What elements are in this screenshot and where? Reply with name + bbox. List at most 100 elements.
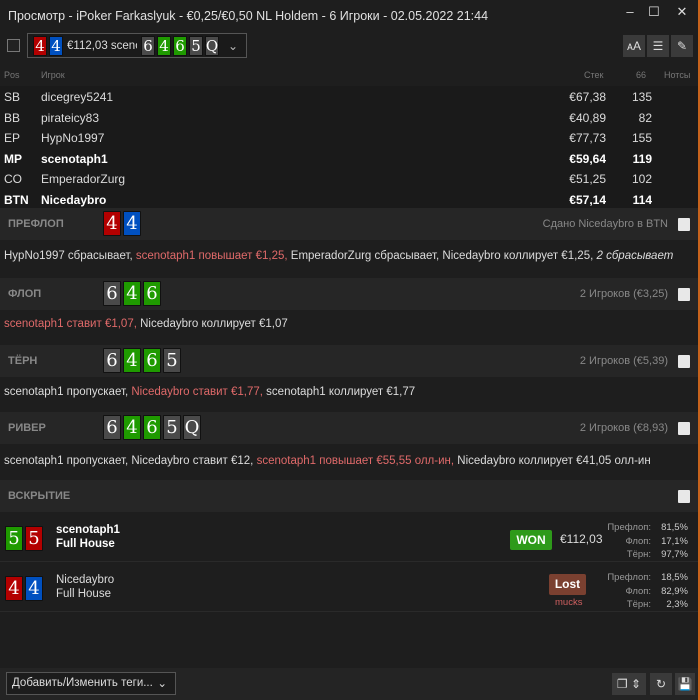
card: 6 xyxy=(143,415,161,440)
equity-table: Префлоп: 81,5% Флоп: 17,1% Тёрн: 97,7% xyxy=(597,520,690,563)
equity-value: 2,3% xyxy=(666,599,688,610)
street-actions: scenotaph1 пропускает, Nicedaybro ставит… xyxy=(4,455,651,467)
big-blinds: 119 xyxy=(632,151,652,166)
action-text: scenotaph1 повышает €1,25, xyxy=(135,250,288,262)
minimize-button[interactable]: ‒ xyxy=(618,4,642,24)
col-pos: Pos xyxy=(4,70,20,80)
card: 6 xyxy=(143,348,161,373)
card: 6 xyxy=(103,415,121,440)
list-icon[interactable]: ☰ xyxy=(647,35,669,57)
position: EP xyxy=(4,131,21,145)
font-size-icon[interactable]: ᴀA xyxy=(623,35,645,57)
player-name: pirateicy83 xyxy=(41,110,100,125)
tags-dropdown[interactable]: Добавить/Изменить теги... ⌄ xyxy=(6,672,176,695)
card: 5 xyxy=(5,526,23,551)
street-name: РИВЕР xyxy=(8,422,46,434)
table-row[interactable]: SB dicegrey5241 €67,38 135 xyxy=(0,86,698,107)
stack: €51,25 xyxy=(569,172,606,186)
action-text: EmperadorZurg сбрасывает, Nicedaybro кол… xyxy=(287,250,597,262)
action-text: scenotaph1 повышает €55,55 олл-ин, xyxy=(256,455,455,467)
street-header: ТЁРН 6465 2 Игроков (€5,39) xyxy=(0,345,698,377)
table-row[interactable]: BTN Nicedaybro €57,14 114 xyxy=(0,189,698,210)
street-info: 2 Игроков (€3,25) xyxy=(579,288,668,300)
big-blinds: 114 xyxy=(632,192,652,207)
player-name: EmperadorZurg xyxy=(41,172,126,186)
equity-street: Тёрн: xyxy=(626,549,652,560)
street-actions: HypNo1997 сбрасывает, scenotaph1 повышае… xyxy=(4,250,673,262)
mucks-label: mucks xyxy=(555,597,583,608)
player-name: Nicedaybro xyxy=(41,192,107,207)
street-actions: scenotaph1 пропускает, Nicedaybro ставит… xyxy=(4,386,415,398)
player-name: dicegrey5241 xyxy=(41,90,114,104)
card: 4 xyxy=(5,576,23,601)
note-icon[interactable] xyxy=(678,422,690,435)
action-text: Nicedaybro коллирует €1,07 xyxy=(136,318,288,330)
table-row[interactable]: CO EmperadorZurg €51,25 102 xyxy=(0,168,698,189)
action-text: scenotaph1 пропускает, Nicedaybro ставит… xyxy=(4,455,257,467)
hand-rank: Full House xyxy=(56,588,111,600)
card: 6 xyxy=(141,35,155,56)
col-player: Игрок xyxy=(41,70,65,80)
position: SB xyxy=(4,90,21,104)
action-text: HypNo1997 сбрасывает, xyxy=(4,250,136,262)
lost-badge: Lost xyxy=(549,574,586,595)
street-info: Сдано Nicedaybro в BTN xyxy=(542,218,668,230)
equity-value: 17,1% xyxy=(661,535,688,547)
big-blinds: 155 xyxy=(631,131,652,145)
equity-street: Префлоп: xyxy=(607,522,652,533)
maximize-button[interactable]: ☐ xyxy=(642,4,666,24)
card: 6 xyxy=(143,281,161,306)
hand-selector-dropdown[interactable]: 44 €112,03 scenota 6465Q ⌄ xyxy=(27,33,247,58)
player-name: HypNo1997 xyxy=(41,131,105,145)
showdown-player: 44 Nicedaybro Full House Lost mucks Префл… xyxy=(0,564,698,612)
table-row[interactable]: MP scenotaph1 €59,64 119 xyxy=(0,148,698,169)
card: 4 xyxy=(25,576,43,601)
card: Q xyxy=(183,415,201,440)
note-icon[interactable] xyxy=(678,218,690,231)
position: BB xyxy=(4,110,21,125)
hand-rank: Full House xyxy=(56,538,115,550)
table-row[interactable]: BB pirateicy83 €40,89 82 xyxy=(0,107,698,128)
stack: €40,89 xyxy=(569,110,606,125)
big-blinds: 82 xyxy=(638,110,652,125)
close-button[interactable]: ✕ xyxy=(670,4,694,24)
action-text: Nicedaybro коллирует €41,05 олл-ин xyxy=(454,455,651,467)
card: 5 xyxy=(163,348,181,373)
note-icon[interactable] xyxy=(678,288,690,301)
card: 4 xyxy=(123,348,141,373)
equity-value: 81,5% xyxy=(661,522,688,533)
street-header: ФЛОП 646 2 Игроков (€3,25) xyxy=(0,278,698,310)
equity-street: Флоп: xyxy=(625,585,652,597)
card: 5 xyxy=(189,35,203,56)
refresh-icon[interactable]: ↻ xyxy=(650,673,672,695)
card: 6 xyxy=(103,281,121,306)
table-row[interactable]: EP HypNo1997 €77,73 155 xyxy=(0,127,698,148)
pencil-icon[interactable]: ✎ xyxy=(671,35,693,57)
players-table: SB dicegrey5241 €67,38 135 BB pirateicy8… xyxy=(0,86,698,209)
stack: €67,38 xyxy=(569,90,606,104)
card: 4 xyxy=(123,211,141,236)
copy-icon[interactable]: ❐ ⇕ xyxy=(612,673,646,695)
card: 5 xyxy=(25,526,43,551)
save-icon[interactable]: 💾 xyxy=(675,673,695,695)
hand-summary: €112,03 scenota xyxy=(67,39,137,52)
equity-value: 18,5% xyxy=(661,572,688,583)
footer: Добавить/Изменить теги... ⌄ ❐ ⇕ ↻ 💾 xyxy=(0,668,698,700)
chevron-down-icon: ⌄ xyxy=(157,678,167,690)
chevron-down-icon: ⌄ xyxy=(227,38,238,53)
street-info: 2 Игроков (€5,39) xyxy=(579,355,668,367)
select-checkbox[interactable] xyxy=(7,39,20,52)
card: 4 xyxy=(123,281,141,306)
street-info: 2 Игроков (€8,93) xyxy=(579,422,668,434)
board-cards: 6465Q xyxy=(141,35,219,56)
equity-street: Тёрн: xyxy=(626,599,652,610)
big-blinds: 102 xyxy=(631,172,652,186)
card: 6 xyxy=(173,35,187,56)
street-header: ПРЕФЛОП 44 Сдано Nicedaybro в BTN xyxy=(0,208,698,240)
note-icon[interactable] xyxy=(678,355,690,368)
player-name: scenotaph1 xyxy=(41,151,108,166)
col-stack: Стек xyxy=(584,70,604,80)
card: 6 xyxy=(103,348,121,373)
equity-street: Префлоп: xyxy=(607,572,652,583)
note-icon[interactable] xyxy=(678,490,690,503)
